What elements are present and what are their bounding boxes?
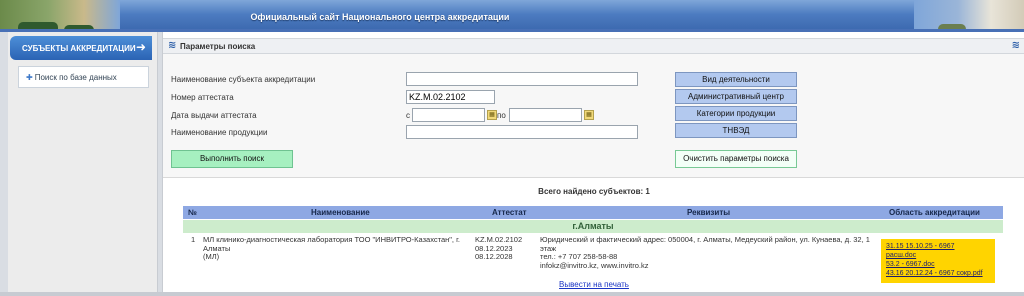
row-number: 1 [191,235,196,244]
search-button[interactable]: Выполнить поиск [171,150,293,168]
print-link[interactable]: Вывести на печать [163,280,1024,289]
calendar-icon[interactable]: ▦ [487,110,497,120]
column-header: Область аккредитации [889,208,980,217]
file-link[interactable]: расш.doc [886,251,990,260]
tnved-button[interactable]: ТНВЭД [675,123,797,138]
date-from-input[interactable] [412,108,485,122]
sidebar-heading[interactable]: СУБЪЕКТЫ АККРЕДИТАЦИИ ➜ [10,36,152,60]
accreditation-scope: 31.15 15.10.25 - 6967 расш.doc 53.2 - 69… [881,239,995,283]
column-header: № [188,208,197,217]
requisites-line: Юридический и фактический адрес: 050004,… [540,235,870,244]
file-link[interactable]: 31.15 15.10.25 - 6967 [886,242,990,251]
sidebar-heading-label: СУБЪЕКТЫ АККРЕДИТАЦИИ [22,44,136,53]
clear-search-button[interactable]: Очистить параметры поиска [675,150,797,168]
column-header: Аттестат [492,208,527,217]
row-certificate: KZ.M.02.2102 08.12.2023 08.12.2028 [475,235,535,262]
sidebar-item-search-db[interactable]: ✚ Поиск по базе данных [26,73,117,82]
product-categories-button[interactable]: Категории продукции [675,106,797,121]
activity-button[interactable]: Вид деятельности [675,72,797,87]
header-banner: Официальный сайт Национального центра ак… [0,0,1024,32]
row-name-line: (МЛ) [203,252,220,261]
table-row: 1 МЛ клинико-диагностическая лаборатория… [183,234,1003,284]
table-header: № Наименование Аттестат Реквизиты Област… [183,206,1003,219]
row-name-line: МЛ клинико-диагностическая лаборатория Т… [203,235,461,244]
issue-date-label: Дата выдачи аттестата [171,111,257,120]
date-from-label: с [406,111,410,120]
search-panel-title: Параметры поиска [180,42,256,51]
date-to-input[interactable] [509,108,582,122]
double-chevron-icon[interactable]: ≋ [168,40,176,51]
city-group-row: г.Алматы [183,220,1003,233]
arrow-right-icon: ➜ [135,40,146,54]
certificate-input[interactable]: KZ.M.02.2102 [406,90,495,104]
page-shell: СУБЪЕКТЫ АККРЕДИТАЦИИ ➜ ✚ Поиск по базе д… [0,32,1024,296]
bottom-bar [0,292,1024,296]
row-name-line: Алматы [203,243,231,253]
subject-name-label: Наименование субъекта аккредитации [171,75,316,84]
search-panel-header[interactable]: ≋ Параметры поиска ≋ [163,38,1024,54]
column-header: Наименование [311,208,370,217]
calendar-icon[interactable]: ▦ [584,110,594,120]
product-label: Наименование продукции [171,128,268,137]
search-form: Наименование субъекта аккредитации Номер… [163,54,1024,178]
sidebar-item-label: Поиск по базе данных [34,73,117,82]
collapse-icon[interactable]: ≋ [1012,40,1020,51]
main-content: ≋ Параметры поиска ≋ Наименование субъек… [162,32,1024,296]
row-name: МЛ клинико-диагностическая лаборатория Т… [203,235,473,262]
requisites-line: infokz@invitro.kz, www.invitro.kz [540,260,649,270]
file-link[interactable]: 43.16 20.12.24 - 6967 сокр.pdf [886,269,990,278]
results-count: Всего найдено субъектов: 1 [538,187,650,196]
certificate-label: Номер аттестата [171,93,234,102]
file-link[interactable]: 53.2 - 6967.doc [886,260,990,269]
column-header: Реквизиты [687,208,731,217]
sidebar-menu: ✚ Поиск по базе данных [18,66,149,88]
date-to-label: по [497,111,506,120]
site-title: Официальный сайт Национального центра ак… [250,12,510,22]
certificate-expires: 08.12.2028 [475,252,513,261]
subject-name-input[interactable] [406,72,638,86]
plus-icon: ✚ [26,73,33,82]
admin-center-button[interactable]: Административный центр [675,89,797,104]
banner-photo-right [914,0,1024,32]
row-requisites: Юридический и фактический адрес: 050004,… [540,235,875,270]
product-input[interactable] [406,125,638,139]
